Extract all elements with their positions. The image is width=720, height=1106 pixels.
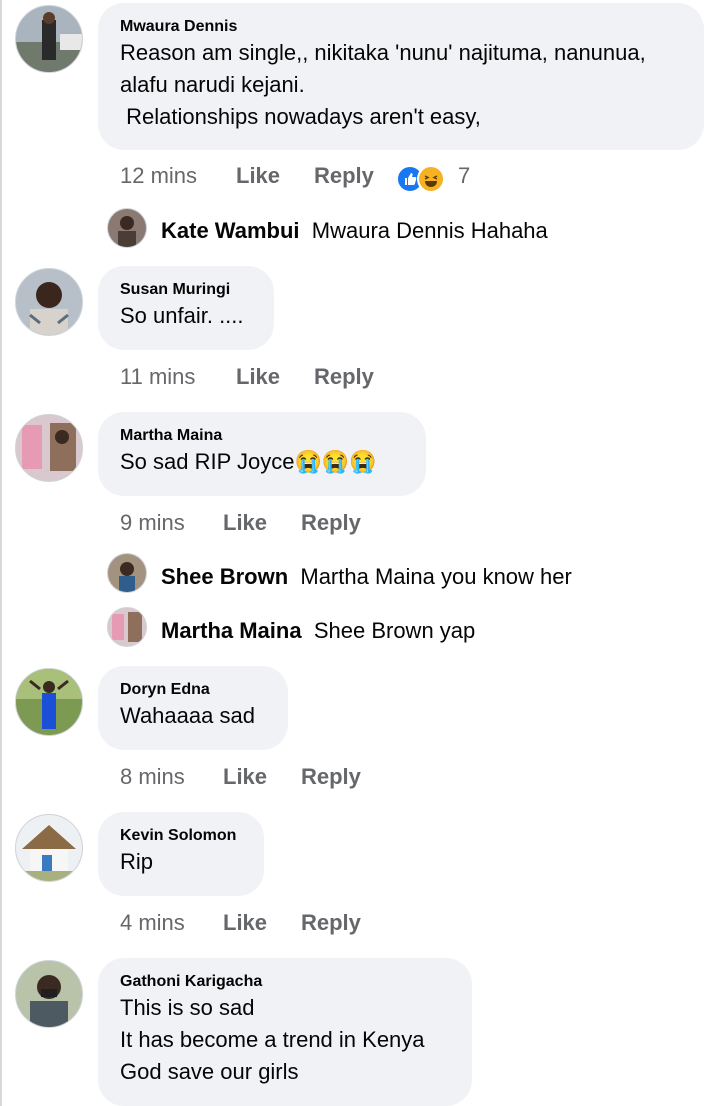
reply-button[interactable]: Reply (301, 764, 361, 790)
comment-meta: 12 mins Like Reply 7 (120, 163, 540, 191)
comment-bubble: Doryn Edna Wahaaaa sad (98, 666, 288, 750)
reply-comment: Kate Wambui Mwaura Dennis Hahaha (161, 217, 548, 245)
timestamp[interactable]: 9 mins (120, 510, 185, 536)
reaction-count[interactable]: 7 (458, 163, 470, 189)
reply-button[interactable]: Reply (314, 364, 374, 390)
comment-text: Wahaaaa sad (120, 703, 255, 728)
comment-author[interactable]: Gathoni Karigacha (120, 972, 450, 992)
comment-text: This is so sad (120, 995, 255, 1020)
like-button[interactable]: Like (223, 510, 267, 536)
reply-author[interactable]: Martha Maina (161, 618, 302, 643)
timestamp[interactable]: 4 mins (120, 910, 185, 936)
comment-author[interactable]: Martha Maina (120, 426, 404, 446)
thread-rule (0, 0, 2, 1106)
haha-icon (417, 165, 445, 193)
reply-author[interactable]: Shee Brown (161, 564, 288, 589)
comment-author[interactable]: Mwaura Dennis (120, 17, 682, 37)
comment-author[interactable]: Doryn Edna (120, 680, 266, 700)
like-button[interactable]: Like (223, 764, 267, 790)
avatar[interactable] (15, 668, 83, 736)
like-button[interactable]: Like (236, 163, 280, 189)
reply-author[interactable]: Kate Wambui (161, 218, 300, 243)
comment-bubble: Susan Muringi So unfair. .... (98, 266, 274, 350)
comment-meta: 11 mins Like Reply (120, 364, 420, 392)
like-button[interactable]: Like (236, 364, 280, 390)
comment-text: So unfair. .... (120, 303, 244, 328)
avatar[interactable] (107, 553, 147, 593)
comment-text: Reason am single,, nikitaka 'nunu' najit… (120, 40, 646, 65)
avatar[interactable] (107, 208, 147, 248)
comment-text: Rip (120, 849, 154, 874)
comment-bubble: Martha Maina So sad RIP Joyce😭😭😭 (98, 412, 426, 496)
like-button[interactable]: Like (223, 910, 267, 936)
comment-author[interactable]: Susan Muringi (120, 280, 252, 300)
reply-comment: Shee Brown Martha Maina you know her (161, 563, 572, 591)
comment-bubble: Gathoni Karigacha This is so sad It has … (98, 958, 472, 1106)
comment-meta: 9 mins Like Reply (120, 510, 420, 538)
avatar[interactable] (15, 414, 83, 482)
avatar[interactable] (107, 607, 147, 647)
reply-text: Mwaura Dennis Hahaha (311, 218, 548, 243)
comment-bubble: Mwaura Dennis Reason am single,, nikitak… (98, 3, 704, 150)
avatar[interactable] (15, 960, 83, 1028)
comment-meta: 4 mins Like Reply (120, 910, 420, 938)
crying-emoji: 😭😭😭 (294, 449, 377, 474)
reply-text: Shee Brown yap (313, 618, 476, 643)
reply-text: Martha Maina you know her (300, 564, 572, 589)
timestamp[interactable]: 11 mins (120, 364, 195, 390)
timestamp[interactable]: 8 mins (120, 764, 185, 790)
comment-meta: 8 mins Like Reply (120, 764, 420, 792)
avatar[interactable] (15, 268, 83, 336)
avatar[interactable] (15, 814, 83, 882)
avatar[interactable] (15, 5, 83, 73)
comment-text: It has become a trend in Kenya (120, 1027, 425, 1052)
reply-button[interactable]: Reply (301, 910, 361, 936)
comment-bubble: Kevin Solomon Rip (98, 812, 264, 896)
comment-text: So sad RIP Joyce (120, 449, 295, 474)
reply-comment: Martha Maina Shee Brown yap (161, 617, 475, 645)
comment-text: Relationships nowadays aren't easy, (120, 104, 481, 129)
timestamp[interactable]: 12 mins (120, 163, 197, 189)
reply-button[interactable]: Reply (314, 163, 374, 189)
reply-button[interactable]: Reply (301, 510, 361, 536)
comment-text: God save our girls (120, 1059, 299, 1084)
comment-text: alafu narudi kejani. (120, 72, 305, 97)
reactions[interactable] (396, 165, 446, 193)
comment-author[interactable]: Kevin Solomon (120, 826, 242, 846)
comment-text: So sad RIP Joyce😭😭😭 (120, 446, 404, 478)
